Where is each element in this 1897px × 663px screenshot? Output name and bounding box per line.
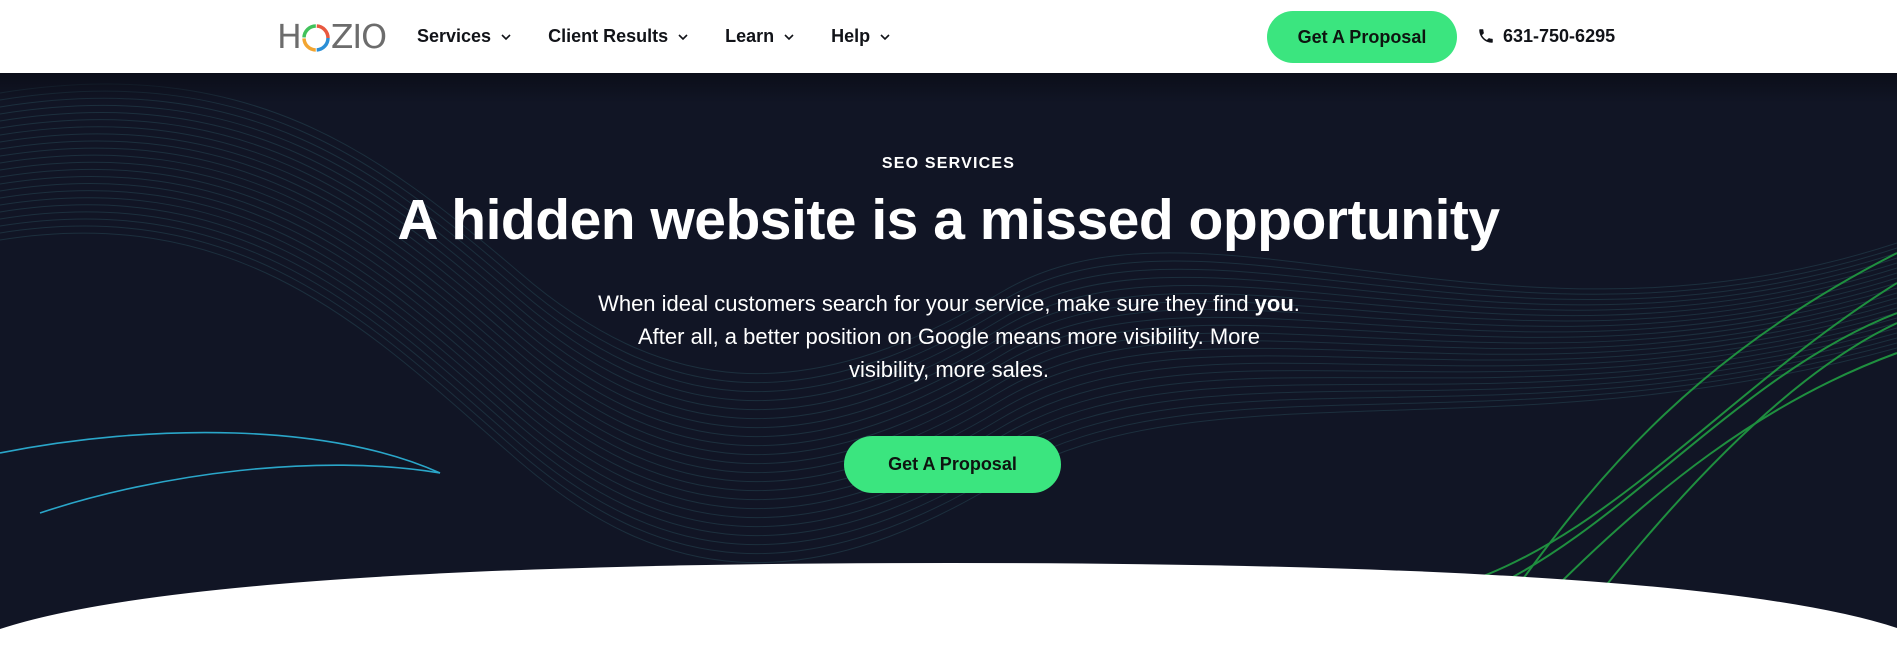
- hero-subtext-part: When ideal customers search for your ser…: [598, 291, 1255, 316]
- hero-subtext-emphasis: you: [1254, 291, 1294, 316]
- nav-item-label: Client Results: [548, 26, 669, 46]
- hero-subtext: When ideal customers search for your ser…: [598, 287, 1300, 386]
- logo-wordmark: H ZIO: [277, 17, 387, 56]
- phone-number: 631-750-6295: [1503, 25, 1616, 46]
- hozio-logo[interactable]: H ZIO: [277, 20, 387, 53]
- nav-item-services[interactable]: Services: [417, 26, 512, 47]
- hero-eyebrow: SEO SERVICES: [881, 155, 1016, 172]
- nav-item-label: Help: [831, 26, 871, 46]
- nav-item-client-results[interactable]: Client Results: [548, 26, 689, 47]
- site-header: H ZIO Services Client Results Learn Help: [0, 0, 1897, 73]
- logo-letters-zio: ZIO: [330, 17, 387, 56]
- chevron-down-icon: [880, 33, 890, 40]
- nav-item-help[interactable]: Help: [831, 26, 891, 47]
- background-wave-line: [0, 232, 1897, 564]
- background-wave-line: [0, 225, 1897, 555]
- main-nav: Services Client Results Learn Help: [417, 0, 927, 73]
- nav-item-learn[interactable]: Learn: [725, 26, 795, 47]
- swirl-o-icon: [302, 23, 330, 52]
- phone-link[interactable]: 631-750-6295: [1477, 22, 1615, 50]
- nav-item-label: Learn: [725, 26, 775, 46]
- background-green-line: [1599, 322, 1897, 594]
- nav-item-label: Services: [417, 26, 492, 46]
- background-green-line: [1429, 282, 1897, 594]
- chevron-down-icon: [678, 33, 688, 40]
- hero-get-proposal-button[interactable]: Get A Proposal: [844, 436, 1061, 493]
- background-blue-line: [0, 431, 441, 474]
- hero-subtext-part: .: [1293, 291, 1300, 316]
- hero-headline: A hidden website is a missed opportunity: [397, 188, 1500, 252]
- phone-icon: [1479, 29, 1493, 43]
- hero-section: SEO SERVICES A hidden website is a misse…: [0, 73, 1897, 663]
- logo-letter-h: H: [277, 17, 302, 56]
- chevron-down-icon: [501, 33, 511, 40]
- chevron-down-icon: [784, 33, 794, 40]
- header-get-proposal-button[interactable]: Get A Proposal: [1267, 11, 1457, 63]
- background-blue-line: [39, 464, 441, 514]
- hero-top-shadow: [0, 73, 1897, 103]
- hero-subtext-part: After all, a better position on Google m…: [638, 324, 1260, 382]
